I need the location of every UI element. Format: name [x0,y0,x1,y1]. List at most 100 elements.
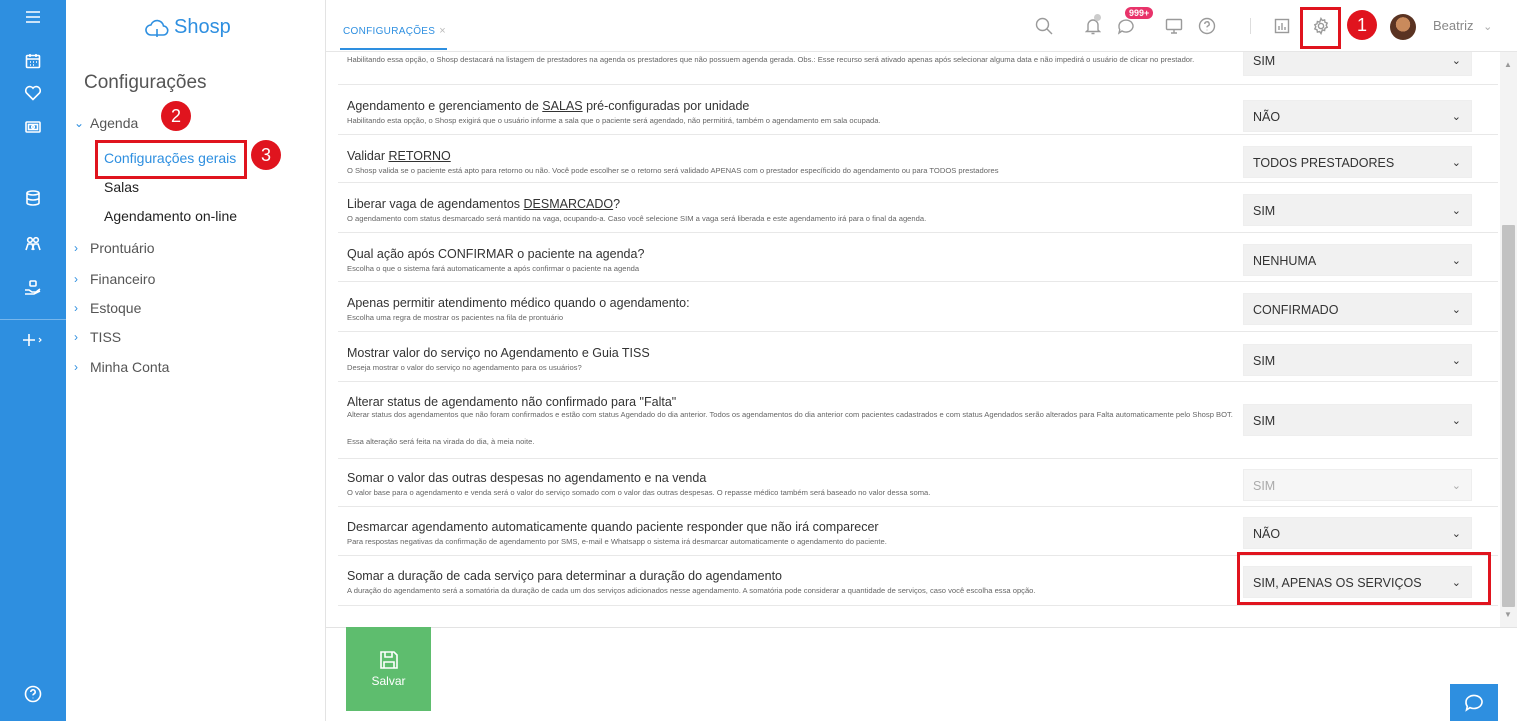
search-icon[interactable] [1032,14,1056,38]
scroll-down-icon[interactable]: ▼ [1504,610,1512,619]
setting-select[interactable]: SIM ⌄ [1243,404,1472,436]
tab-underline [340,48,447,50]
chevron-down-icon: ⌄ [1451,415,1461,427]
people-icon[interactable] [0,229,66,259]
add-icon[interactable] [0,325,66,355]
setting-row: Habilitando essa opção, o Shosp destacar… [338,52,1498,85]
avatar[interactable] [1390,14,1416,40]
setting-row: Qual ação após CONFIRMAR o paciente na a… [338,233,1498,282]
select-value: SIM [1253,354,1276,368]
settings-list: Habilitando essa opção, o Shosp destacar… [338,52,1498,618]
tab-configuracoes[interactable]: CONFIGURAÇÕES × [343,25,446,37]
scrollbar[interactable]: ▲ ▼ [1500,52,1517,627]
footer-divider [326,627,1517,628]
sidebar-item-label: Agenda [90,115,139,131]
sidebar-item-label: Prontuário [90,240,155,256]
chevron-down-icon: ⌄ [74,116,85,130]
tab-close-icon[interactable]: × [439,25,446,37]
chevron-down-icon: ⌄ [1451,111,1461,123]
setting-title: Validar RETORNO [347,149,451,163]
sidebar-subitem-salas[interactable]: Salas [104,179,139,195]
setting-title-keyword: DESMARCADO [523,197,614,211]
setting-row: Liberar vaga de agendamentos DESMARCADO?… [338,183,1498,233]
hand-icon[interactable] [0,273,66,303]
setting-title-text: pré-configuradas por unidade [582,99,750,113]
chevron-right-icon: › [74,241,78,255]
chevron-right-icon: › [74,330,78,344]
select-value: SIM [1253,414,1276,428]
setting-title-keyword: SALAS [542,99,583,113]
sidebar-item-agenda[interactable]: ⌄ Agenda [74,115,138,131]
chevron-down-icon: ⌄ [1451,480,1461,492]
setting-select[interactable]: NÃO ⌄ [1243,100,1472,132]
setting-title: Liberar vaga de agendamentos DESMARCADO? [347,197,620,211]
chevron-right-icon: › [74,360,78,374]
setting-description: Habilitando essa opção, o Shosp destacar… [347,55,1195,64]
sidebar-item-prontuario[interactable]: › Prontuário [74,240,155,256]
chat-widget-button[interactable] [1450,684,1498,721]
chevron-down-icon: ⌄ [1451,55,1461,67]
select-value: SIM [1253,54,1276,68]
setting-row: Validar RETORNO O Shosp valida se o paci… [338,135,1498,183]
help-circle-icon[interactable] [1195,14,1219,38]
select-value: NENHUMA [1253,254,1317,268]
setting-description: A duração do agendamento será a somatóri… [347,586,1036,595]
setting-select[interactable]: SIM ⌄ [1243,194,1472,226]
setting-select[interactable]: SIM ⌄ [1243,344,1472,376]
setting-description: Para respostas negativas da confirmação … [347,537,887,546]
select-value: TODOS PRESTADORES [1253,156,1395,170]
setting-title-text: Liberar vaga de agendamentos [347,197,524,211]
setting-row: Apenas permitir atendimento médico quand… [338,282,1498,332]
shosp-logo[interactable]: Shosp [144,16,231,39]
app-root: Shosp Configurações ⌄ Agenda Configuraçõ… [0,0,1517,721]
reports-icon[interactable] [1270,14,1294,38]
menu-icon[interactable] [0,2,66,32]
sidebar: Shosp Configurações ⌄ Agenda Configuraçõ… [66,0,326,721]
scroll-up-icon[interactable]: ▲ [1504,60,1512,69]
select-value: SIM [1253,204,1276,218]
chevron-down-icon: ⌄ [1451,255,1461,267]
sidebar-item-financeiro[interactable]: › Financeiro [74,271,155,287]
floppy-disk-icon [379,651,398,669]
sidebar-item-minha-conta[interactable]: › Minha Conta [74,359,169,375]
setting-select[interactable]: NÃO ⌄ [1243,517,1472,549]
setting-title: Somar o valor das outras despesas no age… [347,471,707,485]
monitor-icon[interactable] [1162,14,1186,38]
setting-description: O agendamento com status desmarcado será… [347,214,927,223]
database-icon[interactable] [0,183,66,213]
setting-row: Mostrar valor do serviço no Agendamento … [338,332,1498,382]
sidebar-item-estoque[interactable]: › Estoque [74,300,141,316]
annotation-highlight-configuracoes-gerais [95,140,247,179]
setting-select: SIM ⌄ [1243,469,1472,501]
money-icon[interactable] [0,112,66,142]
heart-icon[interactable] [0,78,66,108]
select-value: SIM [1253,479,1276,493]
setting-select[interactable]: NENHUMA ⌄ [1243,244,1472,276]
toolbar-divider [1250,18,1251,34]
calendar-icon[interactable] [0,46,66,76]
setting-description-note: Essa alteração será feita na virada do d… [347,437,535,446]
chat-bubble-icon [1465,694,1483,712]
setting-select[interactable]: SIM ⌄ [1243,52,1472,76]
save-label: Salvar [371,674,406,688]
scrollbar-thumb[interactable] [1502,225,1515,607]
chevron-down-icon: ⌄ [1451,205,1461,217]
sidebar-item-tiss[interactable]: › TISS [74,329,121,345]
setting-title-text: Agendamento e gerenciamento de [347,99,543,113]
bell-icon[interactable] [1081,14,1105,38]
setting-select[interactable]: TODOS PRESTADORES ⌄ [1243,146,1472,178]
setting-row: Alterar status de agendamento não confir… [338,382,1498,459]
setting-title-text: ? [613,197,621,211]
sidebar-subitem-agendamento-online[interactable]: Agendamento on-line [104,208,237,224]
setting-select[interactable]: CONFIRMADO ⌄ [1243,293,1472,325]
setting-description: Deseja mostrar o valor do serviço no age… [347,363,582,372]
help-icon[interactable] [0,679,66,709]
save-button[interactable]: Salvar [346,627,431,711]
setting-title: Mostrar valor do serviço no Agendamento … [347,346,650,360]
setting-title-keyword: RETORNO [388,149,451,163]
chevron-right-icon: › [74,301,78,315]
setting-description: Escolha uma regra de mostrar os paciente… [347,313,564,322]
setting-description: Escolha o que o sistema fará automaticam… [347,264,640,273]
setting-description: Habilitando esta opção, o Shosp exigirá … [347,116,881,125]
user-menu[interactable]: Beatriz ⌄ [1433,18,1492,33]
